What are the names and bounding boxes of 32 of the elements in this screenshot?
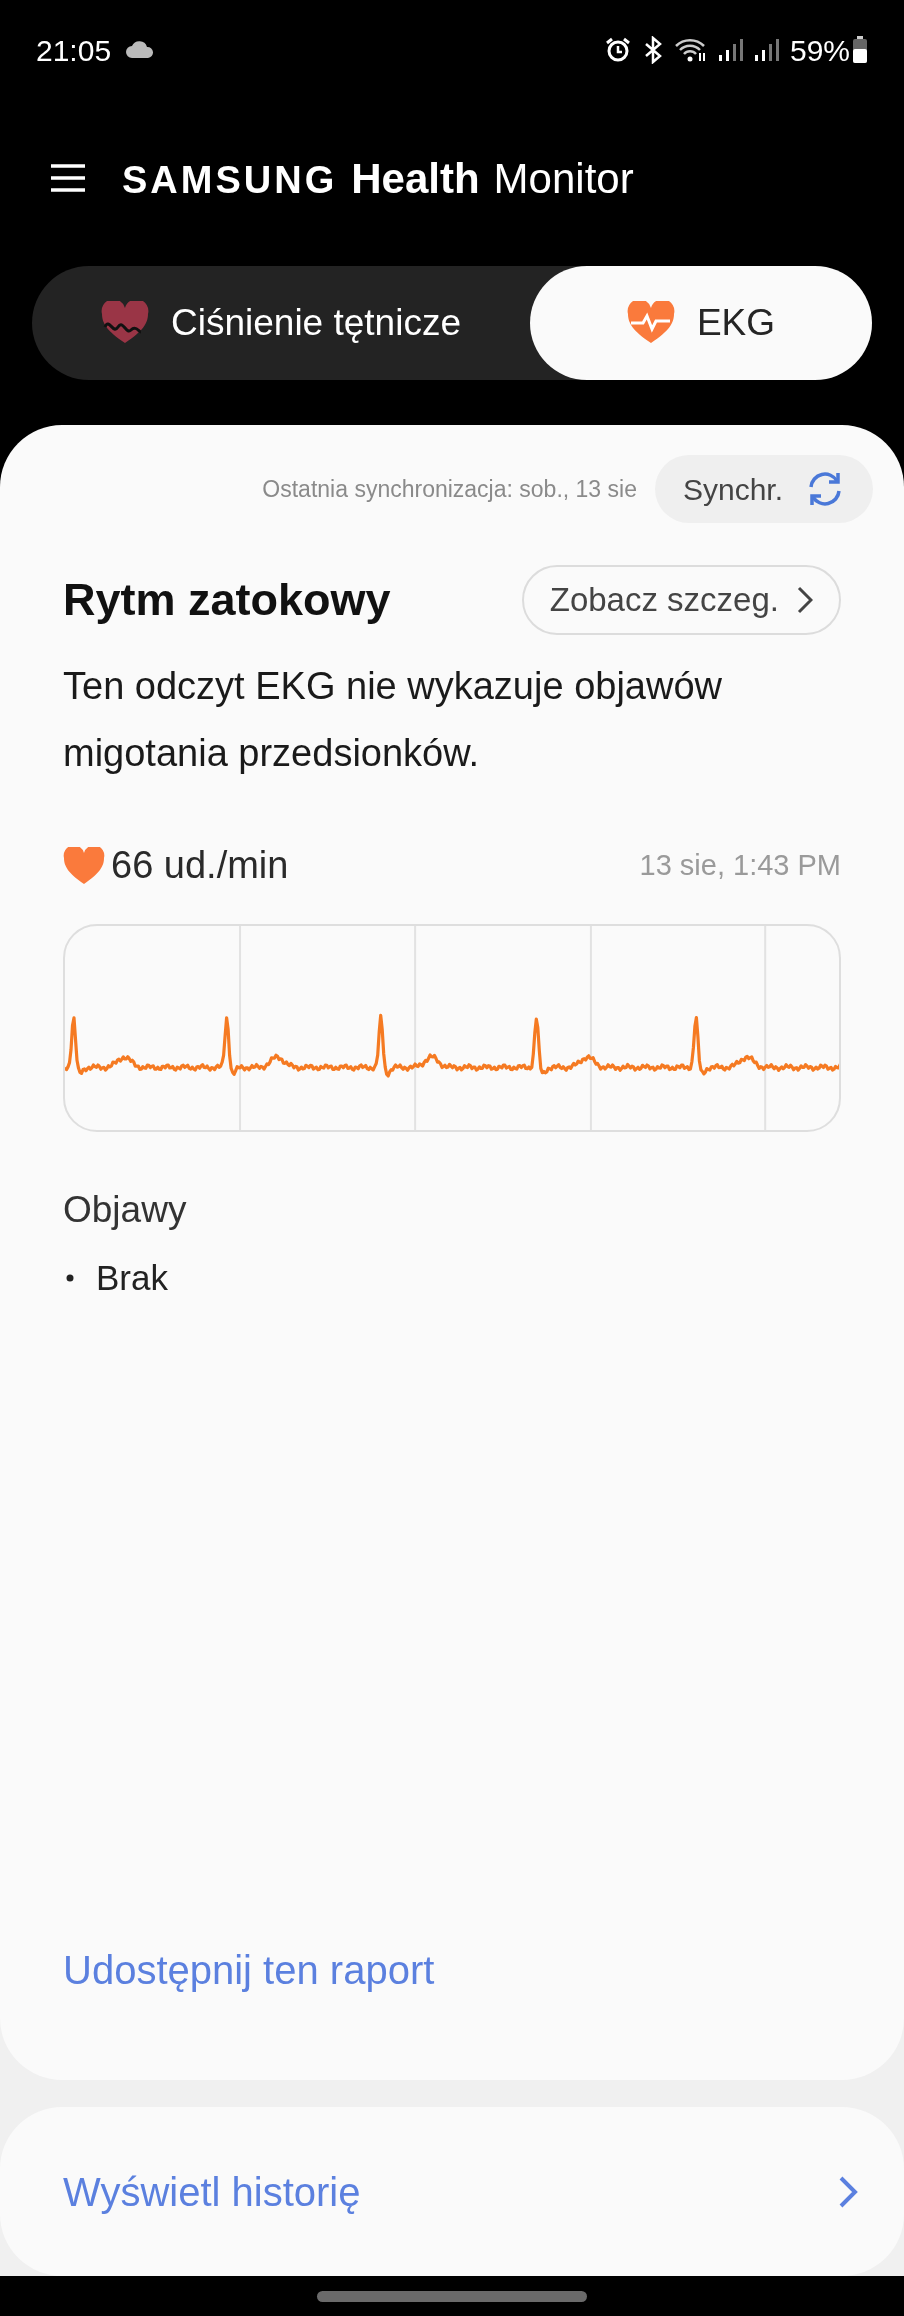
home-indicator[interactable]: [317, 2290, 587, 2302]
heart-rate: 66 ud./min: [111, 843, 289, 888]
heart-wave-icon: [101, 301, 149, 345]
history-button[interactable]: Wyświetl historię: [0, 2107, 904, 2276]
signal-icon: [753, 38, 780, 62]
app-title-suffix: Monitor: [493, 153, 634, 204]
result-description: Ten odczyt EKG nie wykazuje objawów migotania przedsionków.: [63, 664, 723, 776]
symptoms-title: Objawy: [63, 1188, 188, 1232]
last-sync-text: Ostatnia synchronizacja: sob., 13 sie: [262, 474, 637, 504]
details-button[interactable]: Zobacz szczeg.: [521, 565, 841, 635]
bullet-icon: [66, 1273, 74, 1282]
heart-ecg-icon: [626, 301, 675, 345]
share-report-link[interactable]: Udostępnij ten raport: [63, 1940, 435, 2000]
heart-icon: [63, 846, 105, 885]
alarm-icon: [603, 36, 632, 64]
measurement-time: 13 sie, 1:43 PM: [639, 847, 841, 883]
wifi-icon: [673, 37, 708, 63]
app-title: Health: [351, 153, 480, 204]
cloud-icon: [125, 41, 156, 59]
chevron-right-icon: [838, 2174, 858, 2209]
signal-icon: [717, 38, 744, 62]
tab[interactable]: EKG: [530, 266, 872, 380]
menu-icon[interactable]: [50, 163, 86, 193]
battery-percent: 59%: [789, 32, 850, 69]
chevron-right-icon: [797, 586, 813, 614]
battery-icon: [852, 36, 868, 64]
brand-logo: SAMSUNG: [122, 157, 338, 203]
tab[interactable]: Ciśnienie tętnicze: [32, 266, 530, 380]
symptom-item: Brak: [96, 1256, 168, 1299]
sync-button[interactable]: Synchr.: [654, 455, 873, 523]
result-title: Rytm zatokowy: [63, 573, 391, 628]
status-time: 21:05: [36, 32, 112, 69]
